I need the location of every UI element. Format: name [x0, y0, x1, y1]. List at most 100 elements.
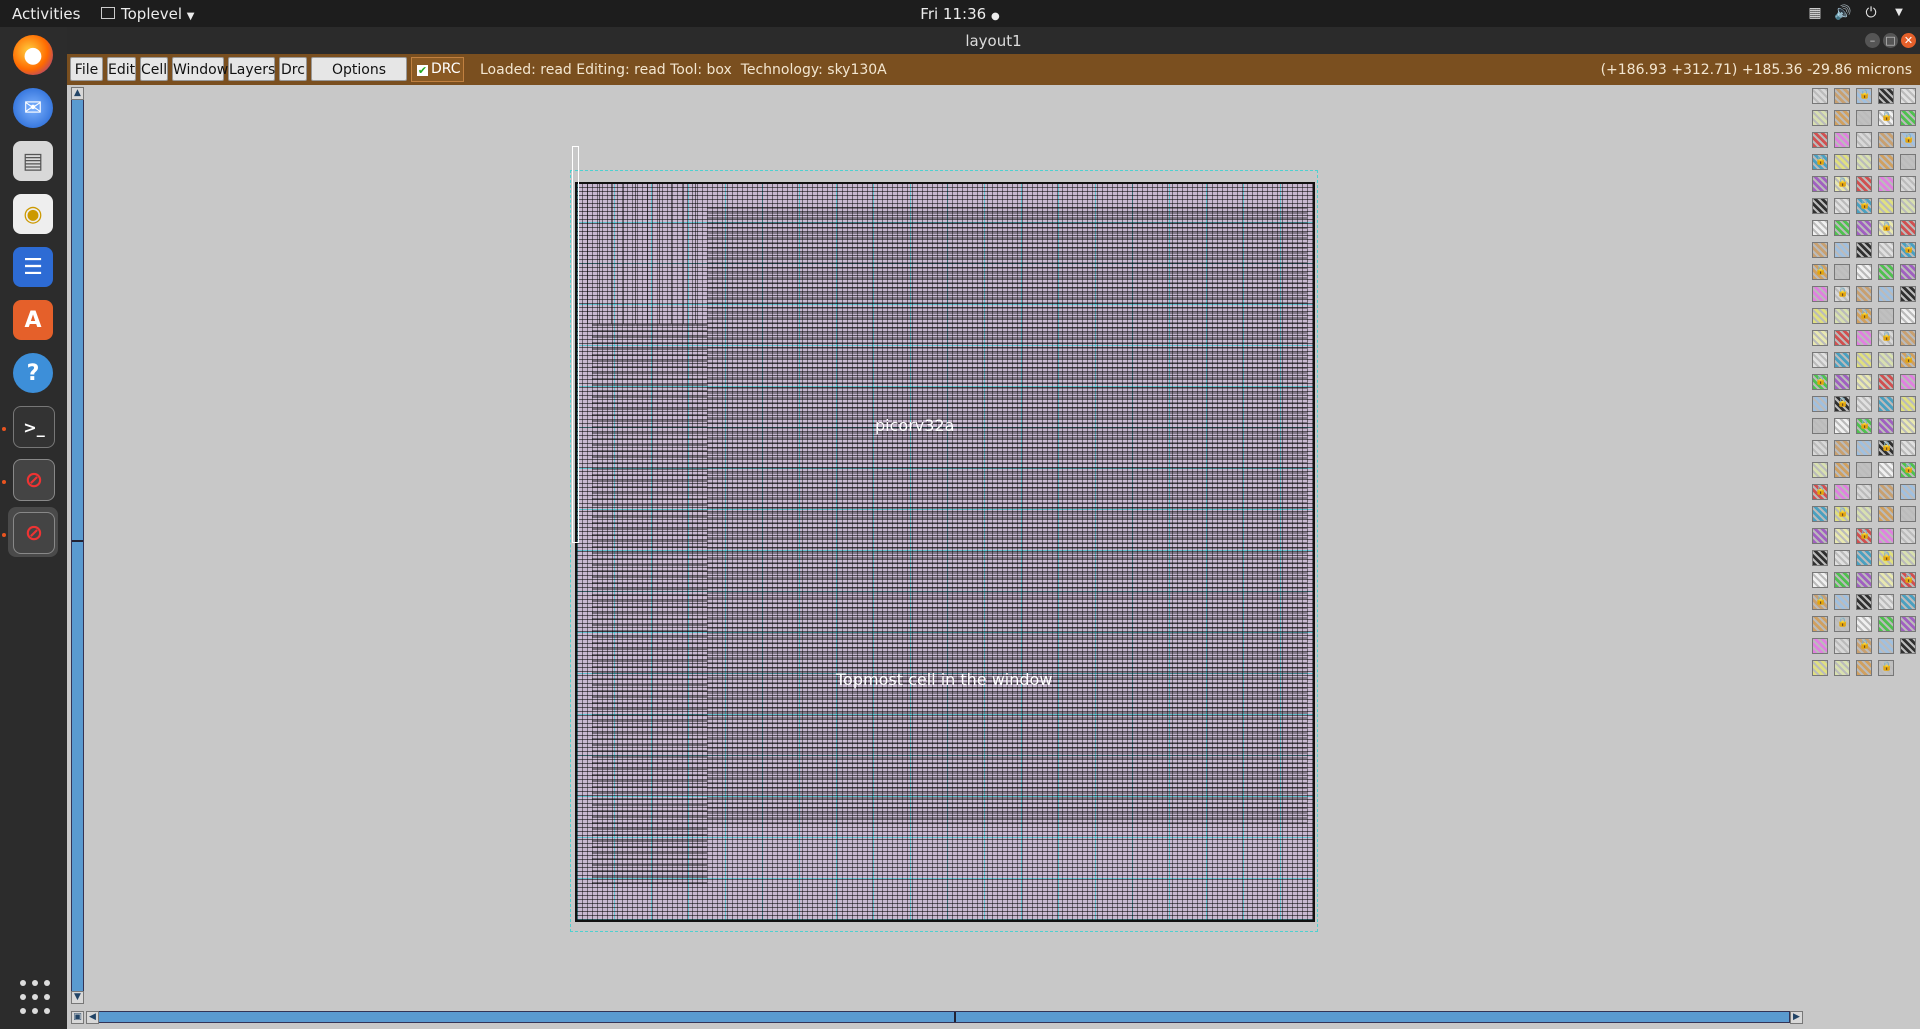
menu-layers[interactable]: Layers	[228, 57, 275, 81]
layer-swatch[interactable]	[1834, 528, 1850, 544]
layer-swatch[interactable]	[1878, 418, 1894, 434]
menu-edit[interactable]: Edit	[107, 57, 136, 81]
layer-swatch[interactable]	[1856, 88, 1872, 104]
layer-swatch[interactable]	[1834, 484, 1850, 500]
layer-swatch[interactable]	[1812, 638, 1828, 654]
layer-swatch[interactable]	[1834, 396, 1850, 412]
zoom-box-icon[interactable]: ▣	[71, 1011, 84, 1024]
layer-swatch[interactable]	[1900, 396, 1916, 412]
layer-swatch[interactable]	[1812, 132, 1828, 148]
layer-swatch[interactable]	[1834, 418, 1850, 434]
layer-swatch[interactable]	[1856, 132, 1872, 148]
layer-swatch[interactable]	[1900, 154, 1916, 170]
dock-magic-1[interactable]: ⊘	[8, 454, 58, 504]
layer-swatch[interactable]	[1900, 528, 1916, 544]
maximize-button[interactable]: □	[1883, 33, 1898, 48]
horizontal-scrollbar[interactable]	[98, 1011, 1790, 1023]
layer-swatch[interactable]	[1812, 88, 1828, 104]
dock-rhythmbox[interactable]: ◉	[8, 189, 58, 239]
layer-swatch[interactable]	[1812, 352, 1828, 368]
layer-swatch[interactable]	[1878, 484, 1894, 500]
layer-swatch[interactable]	[1834, 220, 1850, 236]
picorv32a-layout[interactable]	[575, 182, 1315, 922]
layer-swatch[interactable]	[1834, 462, 1850, 478]
layer-swatch[interactable]	[1878, 440, 1894, 456]
layer-swatch[interactable]	[1856, 484, 1872, 500]
layer-swatch[interactable]	[1812, 506, 1828, 522]
layer-swatch[interactable]	[1856, 286, 1872, 302]
menu-cell[interactable]: Cell	[140, 57, 168, 81]
layer-swatch[interactable]	[1878, 308, 1894, 324]
layer-swatch[interactable]	[1878, 550, 1894, 566]
layer-swatch[interactable]	[1900, 330, 1916, 346]
system-tray[interactable]: ▦ 🔊 ⏻ ▼	[1806, 4, 1908, 22]
layer-swatch[interactable]	[1878, 396, 1894, 412]
layer-swatch[interactable]	[1812, 308, 1828, 324]
layer-swatch[interactable]	[1856, 638, 1872, 654]
layer-swatch[interactable]	[1834, 154, 1850, 170]
layer-swatch[interactable]	[1900, 220, 1916, 236]
layer-swatch[interactable]	[1812, 220, 1828, 236]
dock-terminal[interactable]: >_	[8, 401, 58, 451]
dock-help[interactable]: ?	[8, 348, 58, 398]
layer-swatch[interactable]	[1878, 132, 1894, 148]
layer-swatch[interactable]	[1834, 440, 1850, 456]
layer-swatch[interactable]	[1878, 528, 1894, 544]
layer-swatch[interactable]	[1834, 352, 1850, 368]
layer-swatch[interactable]	[1856, 220, 1872, 236]
layer-swatch[interactable]	[1834, 638, 1850, 654]
layer-swatch[interactable]	[1812, 572, 1828, 588]
layer-swatch[interactable]	[1878, 374, 1894, 390]
clock-label[interactable]: Fri 11:36	[920, 5, 986, 23]
power-icon[interactable]: ⏻	[1862, 4, 1880, 22]
layer-swatch[interactable]	[1834, 506, 1850, 522]
layer-swatch[interactable]	[1856, 330, 1872, 346]
layer-swatch[interactable]	[1900, 352, 1916, 368]
layer-swatch[interactable]	[1812, 154, 1828, 170]
layer-swatch[interactable]	[1856, 264, 1872, 280]
layer-swatch[interactable]	[1834, 374, 1850, 390]
close-button[interactable]: ✕	[1901, 33, 1916, 48]
dock-firefox[interactable]: ●	[8, 30, 58, 80]
layer-swatch[interactable]	[1878, 594, 1894, 610]
layer-swatch[interactable]	[1812, 264, 1828, 280]
dock-files[interactable]: ▤	[8, 136, 58, 186]
layer-swatch[interactable]	[1900, 286, 1916, 302]
layer-swatch[interactable]	[1878, 660, 1894, 676]
layer-swatch[interactable]	[1900, 638, 1916, 654]
layer-swatch[interactable]	[1856, 528, 1872, 544]
layer-swatch[interactable]	[1900, 374, 1916, 390]
layer-swatch[interactable]	[1834, 286, 1850, 302]
layer-swatch[interactable]	[1856, 374, 1872, 390]
vertical-scrollbar[interactable]	[71, 87, 84, 1004]
layer-swatch[interactable]	[1834, 616, 1850, 632]
layer-swatch[interactable]	[1856, 594, 1872, 610]
layer-swatch[interactable]	[1834, 330, 1850, 346]
layer-swatch[interactable]	[1878, 110, 1894, 126]
layer-swatch[interactable]	[1834, 308, 1850, 324]
layer-swatch[interactable]	[1812, 528, 1828, 544]
layer-swatch[interactable]	[1900, 440, 1916, 456]
scroll-right-icon[interactable]: ▶	[1790, 1011, 1803, 1024]
layer-swatch[interactable]	[1878, 88, 1894, 104]
layer-swatch[interactable]	[1856, 308, 1872, 324]
layer-swatch[interactable]	[1834, 110, 1850, 126]
layer-swatch[interactable]	[1856, 616, 1872, 632]
layer-swatch[interactable]	[1900, 506, 1916, 522]
layer-swatch[interactable]	[1856, 572, 1872, 588]
layer-swatch[interactable]	[1878, 506, 1894, 522]
dock-software[interactable]: A	[8, 295, 58, 345]
layer-swatch[interactable]	[1812, 462, 1828, 478]
layer-swatch[interactable]	[1812, 616, 1828, 632]
network-icon[interactable]: ▦	[1806, 4, 1824, 22]
dock-thunderbird[interactable]: ✉	[8, 83, 58, 133]
layer-swatch[interactable]	[1900, 308, 1916, 324]
layer-swatch[interactable]	[1834, 572, 1850, 588]
layer-swatch[interactable]	[1812, 176, 1828, 192]
layer-swatch[interactable]	[1878, 638, 1894, 654]
layer-swatch[interactable]	[1834, 242, 1850, 258]
layer-swatch[interactable]	[1812, 330, 1828, 346]
layer-swatch[interactable]	[1856, 110, 1872, 126]
layer-swatch[interactable]	[1812, 484, 1828, 500]
layer-swatch[interactable]	[1834, 264, 1850, 280]
